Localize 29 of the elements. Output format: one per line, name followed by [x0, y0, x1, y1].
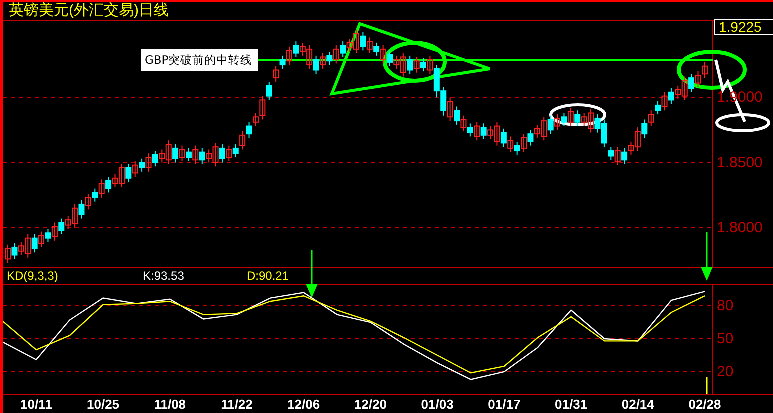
x-axis-label: 12/06	[288, 397, 320, 412]
x-axis-label: 12/20	[354, 397, 387, 412]
down-arrow	[700, 232, 714, 282]
k-reading: K:93.53	[143, 269, 186, 283]
price-axis-label: 1.8500	[717, 154, 763, 172]
x-axis-label: 11/08	[154, 397, 186, 412]
x-axis-label: 01/17	[488, 397, 521, 412]
x-axis-label: 01/03	[421, 397, 454, 412]
down-arrow	[305, 250, 319, 299]
chart-title: 英镑美元(外汇交易)日线	[9, 2, 169, 20]
ellipse-mark	[550, 104, 606, 126]
price-axis-label: 1.8000	[717, 219, 763, 236]
y-axis-label: 80	[717, 298, 734, 314]
x-axis-label: 01/31	[555, 397, 588, 412]
indicator-name: KD(9,3,3)	[7, 269, 60, 283]
y-axis-label: 50	[717, 330, 734, 348]
d-reading: D:90.21	[247, 269, 290, 283]
x-axis-label: 02/14	[622, 397, 654, 412]
marker-tick	[706, 377, 708, 394]
annotation-label: GBP突破前的中转线	[141, 49, 258, 71]
x-axis-label: 11/22	[221, 397, 253, 412]
y-axis-label: 20	[717, 364, 734, 380]
ellipse-mark	[716, 114, 770, 132]
x-axis-label: 10/11	[20, 397, 52, 412]
ellipse-mark	[677, 50, 747, 90]
x-axis-label: 10/25	[87, 397, 120, 412]
last-price: 1.9225	[714, 19, 773, 35]
ellipse-mark	[383, 41, 447, 83]
x-axis-label: 02/28	[688, 397, 722, 412]
